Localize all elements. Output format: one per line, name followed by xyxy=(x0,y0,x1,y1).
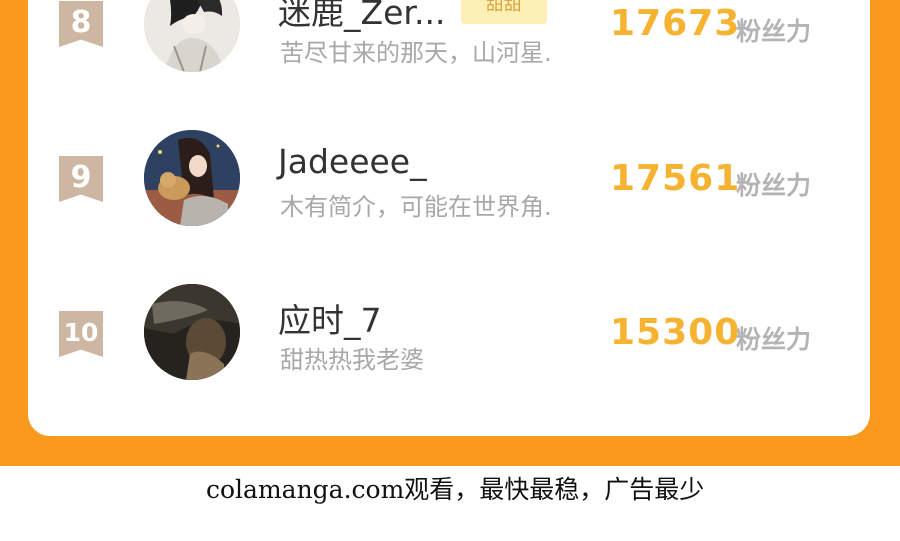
fan-badge: 甜甜 xyxy=(461,0,547,24)
ranking-card: 8 迷鹿_Zer... 甜甜 苦尽甘来的那天，山河星. 17673 粉丝力 9 xyxy=(28,0,870,436)
rank-badge: 9 xyxy=(59,156,103,202)
user-bio: 甜热热我老婆 xyxy=(280,346,424,374)
ranking-row-10[interactable]: 10 应时_7 甜热热我老婆 15300 粉丝力 xyxy=(28,276,870,386)
fan-power-unit: 粉丝力 xyxy=(736,171,812,200)
watermark-footer: colamanga.com观看，最快最稳，广告最少 xyxy=(0,466,900,541)
fan-power-score: 15300 xyxy=(610,312,741,353)
user-bio: 木有简介，可能在世界角. xyxy=(280,193,552,221)
fan-power-unit: 粉丝力 xyxy=(736,17,812,46)
rank-badge: 8 xyxy=(59,1,103,47)
rank-badge: 10 xyxy=(59,311,103,357)
fan-power-unit: 粉丝力 xyxy=(736,325,812,354)
user-avatar[interactable] xyxy=(144,0,240,72)
fan-power-score: 17561 xyxy=(610,158,741,199)
watermark-text: colamanga.com观看，最快最稳，广告最少 xyxy=(206,475,705,504)
user-avatar[interactable] xyxy=(144,130,240,226)
ranking-row-9[interactable]: 9 Jadeeee_ 木有简介，可能在世界角. 17561 粉丝力 xyxy=(28,122,870,232)
user-bio: 苦尽甘来的那天，山河星. xyxy=(280,39,552,67)
user-name[interactable]: 迷鹿_Zer... xyxy=(278,0,445,34)
user-name[interactable]: 应时_7 xyxy=(278,294,382,342)
fan-power-score: 17673 xyxy=(610,3,741,44)
user-name[interactable]: Jadeeee_ xyxy=(278,142,427,181)
user-avatar[interactable] xyxy=(144,284,240,380)
ranking-row-8[interactable]: 8 迷鹿_Zer... 甜甜 苦尽甘来的那天，山河星. 17673 粉丝力 xyxy=(28,0,870,80)
